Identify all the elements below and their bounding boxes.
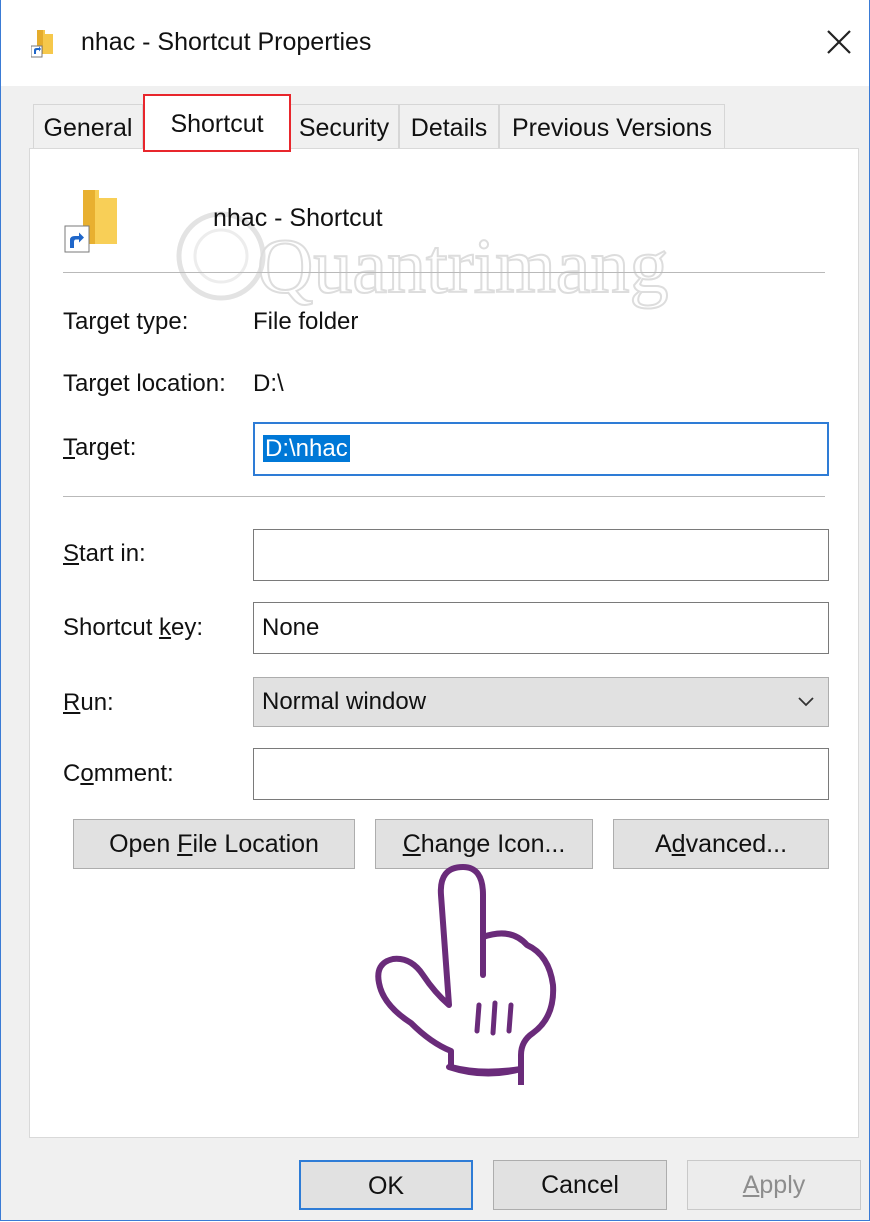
divider	[63, 272, 825, 273]
chevron-down-icon	[794, 678, 818, 726]
tab-details[interactable]: Details	[399, 104, 499, 150]
accesskey: d	[671, 830, 686, 858]
shortcut-key-label: Shortcut key:	[63, 614, 203, 642]
tab-label: Details	[410, 114, 488, 142]
ok-button[interactable]: OK	[299, 1160, 473, 1210]
tab-shortcut[interactable]: Shortcut	[143, 94, 291, 152]
cancel-button[interactable]: Cancel	[493, 1160, 667, 1210]
label-text: un:	[80, 689, 114, 716]
advanced-button[interactable]: Advanced...	[613, 819, 829, 869]
run-value: Normal window	[262, 688, 427, 715]
shortcut-name: nhac - Shortcut	[213, 204, 383, 232]
accesskey: F	[177, 830, 193, 858]
label-text: Shortcut	[63, 614, 160, 641]
run-select[interactable]: Normal window	[253, 677, 829, 727]
tab-label: Shortcut	[170, 110, 264, 138]
button-text: vanced...	[685, 830, 788, 858]
accesskey: o	[80, 760, 94, 787]
start-in-input[interactable]	[253, 529, 829, 581]
label-text: mment:	[93, 760, 174, 787]
tab-label: Previous Versions	[511, 114, 713, 142]
tab-security[interactable]: Security	[289, 104, 399, 150]
pointing-hand-icon	[375, 864, 557, 1085]
target-value: D:\nhac	[263, 435, 350, 462]
accesskey: C	[402, 830, 421, 858]
window-title: nhac - Shortcut Properties	[81, 28, 372, 56]
target-type-value: File folder	[253, 308, 359, 335]
title-bar: nhac - Shortcut Properties	[1, 0, 869, 86]
accesskey: k	[159, 614, 172, 641]
target-location-label: Target location:	[63, 370, 226, 397]
label-text: C	[63, 760, 81, 787]
accesskey: S	[63, 540, 80, 567]
tab-label: General	[43, 114, 133, 142]
tab-label: Security	[298, 114, 390, 142]
apply-button[interactable]: Apply	[687, 1160, 861, 1210]
button-text: ile Location	[192, 830, 319, 858]
label-text: arget:	[75, 434, 137, 461]
accesskey: R	[63, 689, 81, 716]
target-label: Target:	[63, 434, 136, 462]
start-in-label: Start in:	[63, 540, 146, 568]
button-text: A	[654, 830, 672, 858]
accesskey: A	[742, 1171, 760, 1199]
button-text: pply	[759, 1171, 806, 1199]
comment-input[interactable]	[253, 748, 829, 800]
comment-label: Comment:	[63, 760, 174, 788]
shortcut-key-value: None	[262, 614, 320, 641]
folder-shortcut-icon	[30, 28, 57, 58]
target-type-label: Target type:	[63, 308, 189, 335]
label-text: ey:	[171, 614, 204, 641]
close-button[interactable]	[809, 16, 869, 72]
shortcut-key-input[interactable]: None	[253, 602, 829, 654]
tab-previous-versions[interactable]: Previous Versions	[499, 104, 725, 150]
open-file-location-button[interactable]: Open File Location	[73, 819, 355, 869]
accesskey: T	[63, 434, 75, 461]
target-input[interactable]: D:\nhac	[253, 422, 829, 476]
watermark-text: Quantrimang	[257, 222, 669, 309]
run-label: Run:	[63, 689, 114, 717]
close-icon	[826, 25, 852, 64]
label-text: tart in:	[79, 540, 146, 567]
button-text: Open	[109, 830, 178, 858]
button-text: Cancel	[541, 1171, 619, 1199]
button-text: hange Icon...	[420, 830, 566, 858]
button-text: OK	[367, 1172, 405, 1200]
properties-window: nhac - Shortcut Properties General Short…	[0, 0, 870, 1221]
target-location-value: D:\	[253, 370, 284, 397]
divider	[63, 496, 825, 497]
folder-shortcut-icon	[63, 186, 121, 256]
tab-general[interactable]: General	[33, 104, 143, 150]
